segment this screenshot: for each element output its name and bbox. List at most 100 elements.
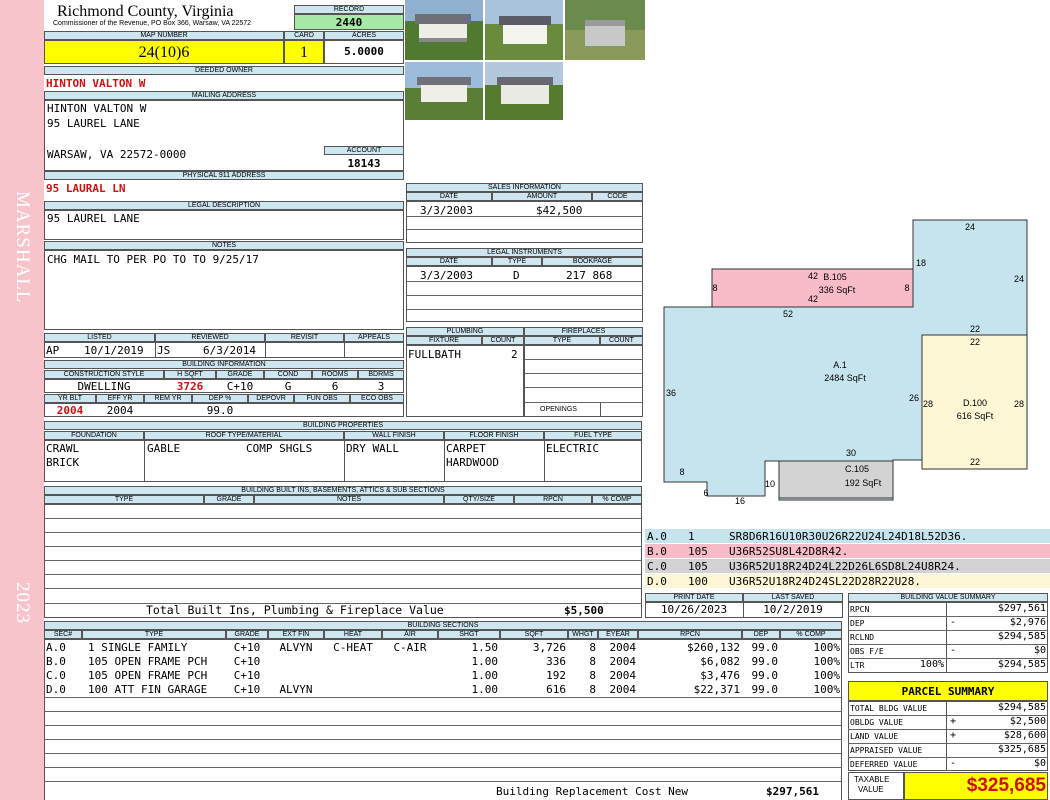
- sketch-dimension-label: 22: [970, 337, 980, 347]
- sketch-area-a-sqft: 2484 SqFt: [824, 373, 866, 383]
- ps-bldg-label: TOTAL BLDG VALUE: [850, 704, 928, 713]
- record-label: RECORD: [294, 5, 404, 14]
- side-strip: [0, 0, 44, 800]
- dep-value: 99.0: [206, 404, 234, 417]
- notes-value: CHG MAIL TO PER PO TO TO 9/25/17: [47, 253, 259, 266]
- sketch-dimension-label: 42: [808, 271, 818, 281]
- sketch-dimension-label: 52: [783, 309, 793, 319]
- li-date: 3/3/2003: [420, 269, 473, 282]
- plumb-count-label: COUNT: [482, 336, 524, 345]
- card-label: CARD: [284, 31, 324, 40]
- builtins-total-label: Total Built Ins, Plumbing & Fireplace Va…: [146, 603, 444, 617]
- ps-land-label: LAND VALUE: [850, 732, 899, 741]
- sections-col-header: AIR: [382, 630, 438, 639]
- floor-finish-value-1: CARPET: [446, 442, 486, 455]
- sketch-dimension-label: 26: [909, 393, 919, 403]
- ps-land-sign: +: [950, 730, 957, 741]
- sections-col-header: SQFT: [500, 630, 568, 639]
- builtins-title: BUILDING BUILT INS, BASEMENTS, ATTICS & …: [44, 486, 642, 495]
- account-label: ACCOUNT: [324, 146, 404, 155]
- sketch-label-d: D.100: [963, 398, 987, 408]
- print-date-value: 10/26/2023: [660, 603, 728, 616]
- card-value: 1: [300, 44, 308, 61]
- hsqft-value: 3726: [176, 380, 204, 393]
- sections-col-header: EYEAR: [598, 630, 638, 639]
- house-photo-2: [485, 0, 563, 60]
- sales-date: 3/3/2003: [420, 204, 473, 217]
- listed-date: 10/1/2019: [84, 344, 144, 357]
- roof-material-value: COMP SHGLS: [246, 442, 313, 455]
- bi-notes-label: NOTES: [254, 495, 444, 504]
- builtins-box: [44, 504, 642, 618]
- ps-bldg-value: $294,585: [997, 702, 1046, 713]
- vs-rpcn-value: $297,561: [997, 603, 1046, 614]
- plumbing-count: 2: [511, 348, 518, 361]
- sketch-code-row: C.0 105 U36R52U18R24D24L22D26L6SD8L24U8R24…: [645, 559, 1050, 573]
- sections-col-header: RPCN: [638, 630, 742, 639]
- vs-obs-sign: -: [950, 645, 957, 656]
- side-year: 2023: [12, 582, 33, 624]
- cs-label: CONSTRUCTION STYLE: [44, 370, 164, 379]
- properties-title: BUILDING PROPERTIES: [44, 421, 642, 430]
- fp-count-label: COUNT: [600, 336, 643, 345]
- sales-amount-label: AMOUNT: [492, 192, 592, 201]
- ps-deferred-value: $0: [1033, 758, 1046, 769]
- bi-qty-label: QTY/SIZE: [444, 495, 514, 504]
- sketch-area-c-sqft: 192 SqFt: [845, 478, 882, 488]
- sketch-code-num: 1: [688, 530, 695, 543]
- sketch-label-a: A.1: [833, 360, 847, 370]
- yrblt-value: 2004: [56, 404, 84, 417]
- funobs-label: FUN OBS: [294, 394, 350, 403]
- li-type-label: TYPE: [492, 257, 542, 266]
- reviewed-label: REVIEWED: [155, 333, 265, 342]
- vs-rclnd-label: RCLND: [850, 633, 875, 642]
- floor-finish-value-2: HARDWOOD: [446, 456, 499, 469]
- legal-description-label: LEGAL DESCRIPTION: [44, 201, 404, 210]
- sketch-dimension-label: 22: [970, 457, 980, 467]
- sketch-code-num: 105: [688, 545, 708, 558]
- house-photo-3: [565, 0, 645, 60]
- sketch-dimension-label: 28: [923, 399, 933, 409]
- map-number-value: 24(10)6: [138, 44, 190, 61]
- yrblt-label: YR BLT: [44, 394, 96, 403]
- sketch-code-row: D.0 100 U36R52U18R24D24SL22D28R22U28.: [645, 574, 1050, 588]
- ecoobs-label: ECO OBS: [350, 394, 404, 403]
- sections-box: [44, 639, 842, 800]
- rooms-value: 6: [331, 380, 339, 393]
- sections-col-header: EXT FIN: [268, 630, 324, 639]
- sketch-dimension-label: 36: [666, 388, 676, 398]
- sketch-dimension-label: 18: [916, 258, 926, 268]
- acres-value: 5.0000: [344, 45, 384, 58]
- sketch-dimension-label: 6: [703, 488, 708, 498]
- fireplaces-title: FIREPLACES: [524, 327, 643, 336]
- sketch-code-row: A.0 1 SR8D6R16U10R30U26R22U24L24D18L52D36.: [645, 529, 1050, 543]
- side-owner-name: MARSHALL: [12, 191, 33, 304]
- ps-obldg-value: $2,500: [1009, 716, 1046, 727]
- physical-address-value: 95 LAURAL LN: [46, 182, 126, 195]
- sections-col-header: SEC#: [44, 630, 82, 639]
- fp-type-label: TYPE: [524, 336, 600, 345]
- wall-finish-value: DRY WALL: [346, 442, 399, 455]
- sketch-area-d-sqft: 616 SqFt: [957, 411, 994, 421]
- record-value: 2440: [335, 16, 363, 29]
- dep-label: DEP %: [192, 394, 248, 403]
- legal-description-value: 95 LAUREL LANE: [47, 212, 140, 225]
- sections-col-header: HEAT: [324, 630, 382, 639]
- sketch-code-sec: D.0: [647, 575, 667, 588]
- vs-dep-sign: -: [950, 617, 957, 628]
- bdrms-value: 3: [377, 380, 385, 393]
- sales-code-label: CODE: [592, 192, 643, 201]
- sketch-code-num: 105: [688, 560, 708, 573]
- sketch-code-sec: A.0: [647, 530, 667, 543]
- grade-label: GRADE: [216, 370, 264, 379]
- builtins-total-value: $5,500: [564, 604, 604, 617]
- sections-total-label: Building Replacement Cost New: [496, 785, 689, 798]
- sketch-code-code: U36R52U18R24D24SL22D28R22U28.: [729, 575, 922, 588]
- ps-appraised-value: $325,685: [997, 744, 1046, 755]
- roof-label: ROOF TYPE/MATERIAL: [144, 431, 344, 440]
- notes-label: NOTES: [44, 241, 404, 250]
- sketch-code-row: B.0 105 U36R52SU8L42D8R42.: [645, 544, 1050, 558]
- ps-appraised-label: APPRAISED VALUE: [850, 746, 923, 755]
- wall-finish-label: WALL FINISH: [344, 431, 444, 440]
- li-date-label: DATE: [406, 257, 492, 266]
